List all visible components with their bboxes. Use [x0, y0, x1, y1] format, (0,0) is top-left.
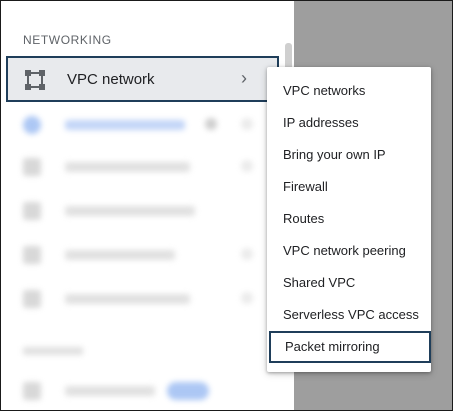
sidebar-item-label: VPC network	[67, 71, 155, 88]
menu-item-firewall[interactable]: Firewall	[267, 171, 431, 203]
blurred-icon	[23, 116, 41, 134]
blurred-badge	[167, 382, 209, 400]
help-icon	[205, 118, 217, 130]
sidebar-item-blurred[interactable]	[19, 199, 259, 223]
blurred-label	[65, 162, 190, 172]
section-title-networking: NETWORKING	[23, 33, 112, 47]
pin-icon	[241, 292, 253, 304]
menu-item-bring-your-own-ip[interactable]: Bring your own IP	[267, 139, 431, 171]
console-frame: NETWORKING VPC network › VPC networks IP…	[0, 0, 453, 411]
section-title-blurred	[23, 347, 83, 355]
menu-item-ip-addresses[interactable]: IP addresses	[267, 107, 431, 139]
menu-item-packet-mirroring[interactable]: Packet mirroring	[269, 331, 431, 363]
blurred-icon	[23, 290, 41, 308]
menu-item-vpc-network-peering[interactable]: VPC network peering	[267, 235, 431, 267]
sidebar-item-blurred[interactable]	[19, 155, 259, 179]
blurred-icon	[23, 202, 41, 220]
blurred-label	[65, 206, 195, 216]
menu-item-serverless-vpc-access[interactable]: Serverless VPC access	[267, 299, 431, 331]
chevron-right-icon: ›	[241, 68, 247, 88]
sidebar-item-blurred[interactable]	[19, 379, 259, 403]
sidebar-item-vpc-network[interactable]: VPC network ›	[6, 56, 279, 102]
blurred-icon	[23, 382, 41, 400]
blurred-label	[65, 294, 190, 304]
pin-icon	[241, 248, 253, 260]
pin-icon	[241, 160, 253, 172]
sidebar-item-blurred[interactable]	[19, 243, 259, 267]
vpc-network-icon	[25, 70, 45, 90]
navigation-sidebar: NETWORKING VPC network ›	[1, 1, 294, 410]
blurred-icon	[23, 246, 41, 264]
menu-item-routes[interactable]: Routes	[267, 203, 431, 235]
menu-item-shared-vpc[interactable]: Shared VPC	[267, 267, 431, 299]
blurred-label	[65, 250, 175, 260]
pin-icon	[241, 118, 253, 130]
sidebar-item-blurred[interactable]	[19, 113, 259, 137]
blurred-label	[65, 386, 155, 396]
menu-item-vpc-networks[interactable]: VPC networks	[267, 75, 431, 107]
vpc-network-submenu: VPC networks IP addresses Bring your own…	[267, 67, 431, 372]
sidebar-item-blurred[interactable]	[19, 287, 259, 311]
blurred-label	[65, 120, 185, 130]
blurred-icon	[23, 158, 41, 176]
